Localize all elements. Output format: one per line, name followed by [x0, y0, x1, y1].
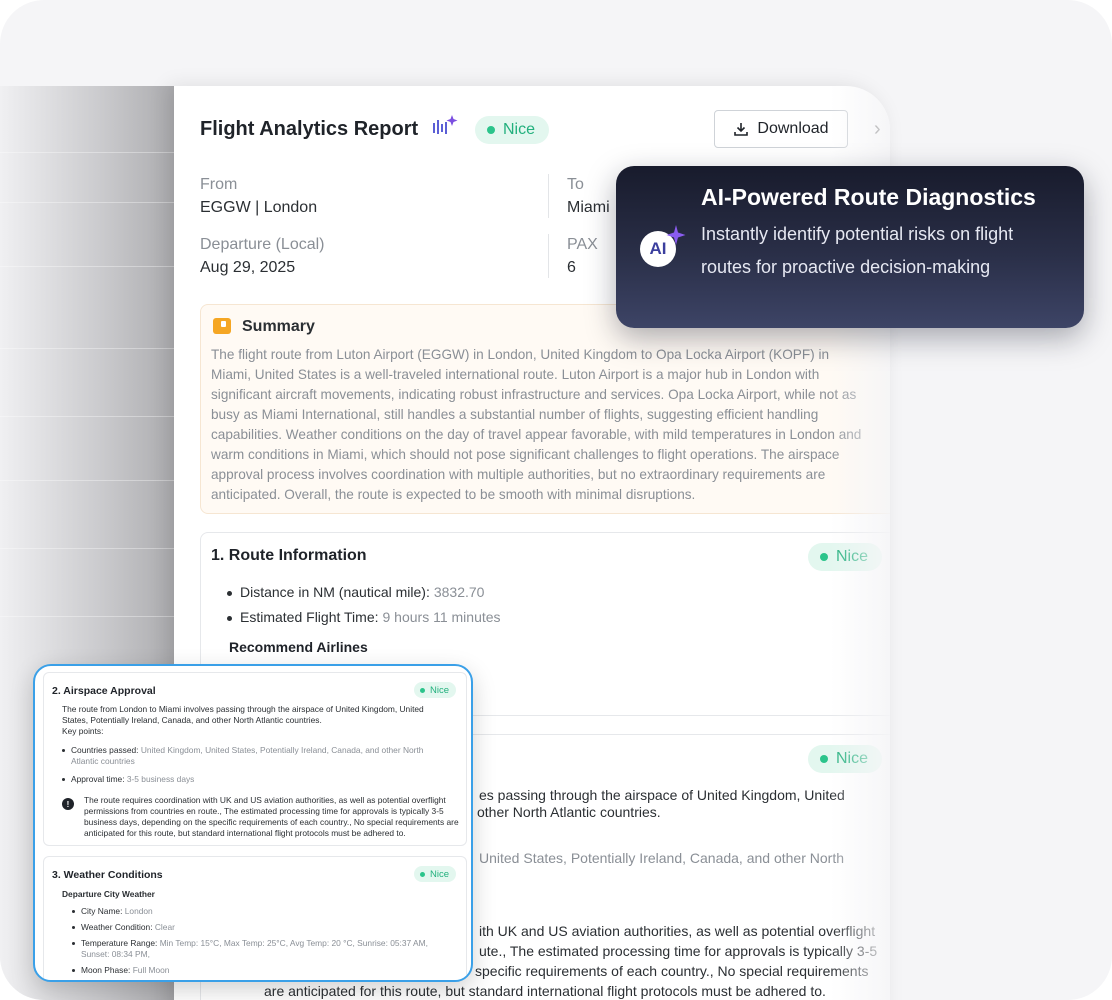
divider	[548, 234, 549, 278]
city-value: London	[124, 906, 153, 916]
status-badge-label: Nice	[836, 750, 869, 767]
summary-title: Summary	[242, 318, 315, 335]
status-badge: Nice	[808, 543, 883, 571]
airlines-heading: Recommend Airlines	[229, 639, 368, 655]
status-badge: Nice	[475, 116, 550, 144]
from-value: EGGW | London	[200, 199, 318, 216]
weather-heading: Departure City Weather	[62, 889, 155, 899]
list-item: Distance in NM (nautical mile): 3832.70	[227, 584, 484, 600]
list-item: Approval time: 3-5 business days	[62, 774, 194, 785]
divider	[548, 174, 549, 218]
city-label: City Name:	[81, 906, 123, 916]
to-label: To	[567, 176, 584, 193]
mini-report-card: 2. Airspace Approval Nice The route from…	[33, 664, 473, 982]
status-badge-label: Nice	[430, 868, 450, 880]
moon-phase-value: Full Moon	[132, 965, 170, 975]
list-item: City Name: London	[72, 906, 153, 917]
status-badge-label: Nice	[836, 548, 869, 565]
section-title: 2. Airspace Approval	[52, 685, 156, 697]
summary-card: Summary The flight route from Luton Airp…	[200, 304, 890, 514]
flight-time-label: Estimated Flight Time:	[240, 609, 379, 625]
status-dot	[420, 871, 425, 877]
report-title: Flight Analytics Report	[200, 118, 419, 140]
download-icon	[734, 123, 749, 136]
mini-weather-section: 3. Weather Conditions Nice Departure Cit…	[43, 856, 467, 980]
status-badge-label: Nice	[430, 684, 450, 696]
mini-airspace-section: 2. Airspace Approval Nice The route from…	[43, 672, 467, 846]
list-item: Countries passed: United Kingdom, United…	[62, 745, 447, 767]
list-item: Estimated Flight Time: 9 hours 11 minutes	[227, 609, 501, 625]
section-text: are anticipated for this route, but stan…	[264, 983, 826, 999]
status-dot	[420, 687, 425, 693]
section-title: 1. Route Information	[211, 547, 367, 564]
section-note: The route requires coordination with UK …	[84, 795, 459, 838]
key-points-label: Key points:	[62, 726, 104, 736]
chevron-right-icon[interactable]: ›	[874, 118, 881, 141]
section-text: other North Atlantic countries.	[477, 804, 661, 820]
approval-time-value: 3-5 business days	[126, 774, 195, 784]
from-label: From	[200, 176, 238, 193]
ai-route-diagnostics-card: AI AI-Powered Route Diagnostics Instantl…	[616, 166, 1084, 328]
section-text: ute., The estimated processing time for …	[479, 943, 878, 959]
summary-text: The flight route from Luton Airport (EGG…	[211, 347, 862, 502]
list-item: Weather Condition: Clear	[72, 922, 175, 933]
status-badge: Nice	[414, 866, 457, 882]
status-badge: Nice	[414, 682, 457, 698]
condition-label: Weather Condition:	[81, 922, 153, 932]
list-item: Moon Phase: Full Moon	[72, 965, 169, 976]
section-text: United States, Potentially Ireland, Cana…	[479, 850, 844, 866]
warning-icon: !	[62, 798, 74, 810]
sparkle-icon	[666, 225, 686, 245]
distance-label: Distance in NM (nautical mile):	[240, 584, 430, 600]
ai-card-description: Instantly identify potential risks on fl…	[701, 224, 1014, 277]
countries-label: Countries passed:	[71, 745, 139, 755]
section-text: The route from London to Miami involves …	[62, 704, 424, 725]
moon-phase-label: Moon Phase:	[81, 965, 131, 975]
condition-value: Clear	[154, 922, 175, 932]
ai-card-title: AI-Powered Route Diagnostics	[701, 184, 1036, 210]
section-text: ith UK and US aviation authorities, as w…	[479, 923, 876, 939]
download-label: Download	[757, 120, 829, 137]
pax-label: PAX	[567, 236, 598, 253]
status-badge-label: Nice	[503, 121, 536, 138]
approval-time-label: Approval time:	[71, 774, 125, 784]
section-text: specific requirements of each country., …	[475, 963, 869, 979]
list-item: Temperature Range: Min Temp: 15°C, Max T…	[72, 938, 452, 960]
distance-value: 3832.70	[433, 584, 485, 600]
to-value: Miami	[567, 199, 610, 216]
status-dot	[820, 553, 828, 561]
ai-sparkle-icon	[433, 115, 458, 134]
app-frame: Flight Analytics Report Nice Download › …	[0, 0, 1112, 1000]
flight-time-value: 9 hours 11 minutes	[382, 609, 501, 625]
temperature-label: Temperature Range:	[81, 938, 158, 948]
pax-value: 6	[567, 259, 576, 276]
status-badge: Nice	[808, 745, 883, 773]
departure-value: Aug 29, 2025	[200, 259, 296, 276]
download-button[interactable]: Download	[714, 110, 848, 148]
section-title: 3. Weather Conditions	[52, 869, 163, 881]
status-dot	[820, 755, 828, 763]
document-icon	[213, 318, 231, 334]
status-dot	[487, 126, 495, 134]
departure-label: Departure (Local)	[200, 236, 325, 253]
